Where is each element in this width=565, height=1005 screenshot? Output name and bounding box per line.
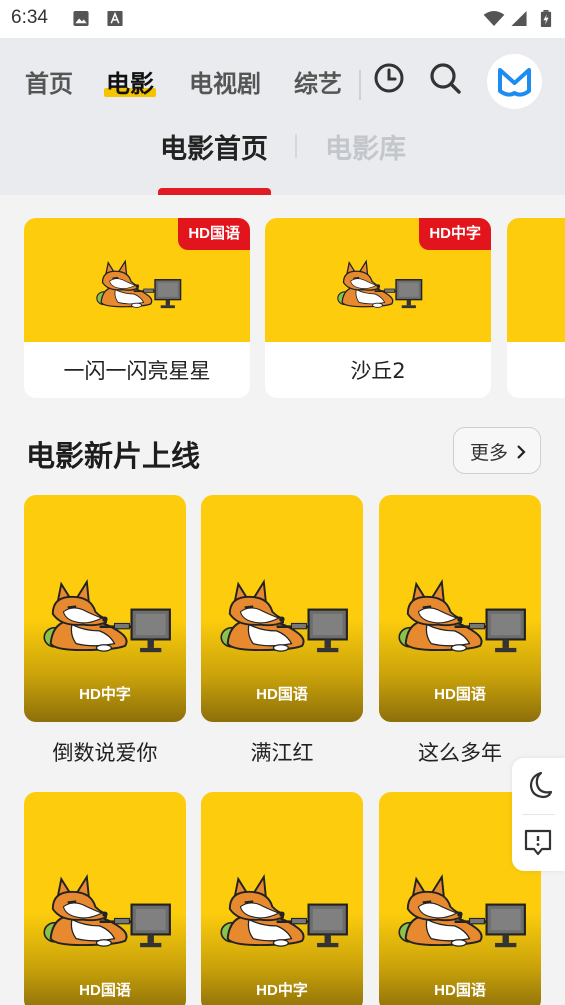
corgi-placeholder-image	[219, 875, 349, 949]
floating-side-panel	[512, 758, 565, 871]
font-icon	[107, 10, 123, 27]
corgi-placeholder-image	[95, 260, 182, 310]
corgi-placeholder-image	[42, 580, 172, 654]
moon-icon[interactable]	[523, 770, 553, 800]
feedback-icon[interactable]	[523, 827, 553, 857]
movie-title: 一闪一闪亮星星	[63, 359, 211, 383]
quality-badge: HD中字	[79, 686, 131, 703]
nav-tab-movies[interactable]: 电影	[104, 64, 156, 99]
featured-movie-card-partial[interactable]	[507, 218, 565, 398]
featured-movie-card[interactable]: HD中字 沙丘2	[265, 218, 491, 398]
corgi-placeholder-image	[397, 875, 527, 949]
subtab-indicator	[158, 188, 271, 195]
search-icon[interactable]	[427, 60, 463, 96]
signal-icon	[511, 10, 527, 27]
movie-title[interactable]: 满江红	[201, 737, 363, 767]
nav-tab-variety[interactable]: 综艺	[294, 64, 342, 99]
m-logo-icon	[498, 68, 531, 97]
nav-divider	[359, 70, 361, 100]
quality-badge: HD国语	[256, 686, 308, 703]
corgi-placeholder-image	[397, 580, 527, 654]
movie-card[interactable]: HD中字	[201, 792, 363, 1005]
corgi-placeholder-image	[219, 580, 349, 654]
movie-poster	[507, 218, 565, 342]
image-icon	[73, 10, 89, 27]
quality-badge: HD国语	[434, 982, 486, 999]
quality-badge: HD国语	[178, 218, 250, 250]
quality-badge: HD国语	[434, 686, 486, 703]
subtab-movie-home[interactable]: 电影首页	[160, 127, 268, 166]
nav-tab-home[interactable]: 首页	[25, 64, 73, 99]
subtab-movie-library[interactable]: 电影库	[325, 127, 406, 166]
movie-card[interactable]: HD国语	[379, 495, 541, 722]
quality-badge: HD国语	[79, 982, 131, 999]
battery-icon	[540, 10, 552, 27]
quality-badge: HD中字	[419, 218, 491, 250]
top-header: 首页 电影 电视剧 综艺 电影首页 电影库	[0, 38, 565, 195]
movie-card[interactable]: HD国语	[201, 495, 363, 722]
movie-card[interactable]: HD国语	[24, 792, 186, 1005]
movie-title: 沙丘2	[350, 359, 406, 383]
chevron-right-icon	[517, 445, 526, 459]
movie-card[interactable]: HD中字	[24, 495, 186, 722]
nav-tab-tv-series[interactable]: 电视剧	[189, 64, 261, 99]
corgi-placeholder-image	[42, 875, 172, 949]
movie-title[interactable]: 倒数说爱你	[24, 737, 186, 767]
section-title: 电影新片上线	[26, 439, 201, 473]
wifi-icon	[483, 10, 505, 27]
panel-divider	[522, 814, 555, 815]
corgi-placeholder-image	[336, 260, 423, 310]
status-bar: 6:34	[0, 0, 565, 38]
status-time: 6:34	[11, 7, 48, 28]
subtab-divider	[295, 134, 297, 158]
quality-badge: HD中字	[256, 982, 308, 999]
avatar[interactable]	[487, 54, 542, 109]
more-button-label: 更多	[470, 442, 509, 464]
more-button[interactable]: 更多	[453, 427, 541, 474]
featured-movie-card[interactable]: HD国语 一闪一闪亮星星	[24, 218, 250, 398]
clock-icon[interactable]	[371, 60, 407, 96]
